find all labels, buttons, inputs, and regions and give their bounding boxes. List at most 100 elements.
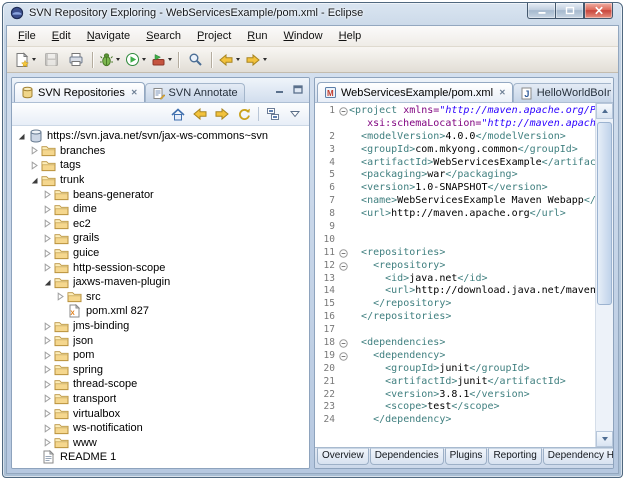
- save-button[interactable]: [39, 49, 63, 70]
- home-button[interactable]: [168, 105, 188, 123]
- tree-item-jaxws-maven-plugin[interactable]: jaxws-maven-plugin: [12, 275, 309, 290]
- editor-tab-helloworldboimpl-java[interactable]: J HelloWorldBoImpl.java: [512, 83, 611, 102]
- tree-item-thread-scope[interactable]: thread-scope: [12, 377, 309, 392]
- menu-navigate[interactable]: Navigate: [79, 28, 138, 45]
- editor-tab-webservicesexample-pom-xml[interactable]: M WebServicesExample/pom.xml ✕: [317, 82, 513, 102]
- expand-arrow-icon[interactable]: [42, 248, 53, 258]
- tree-item-tags[interactable]: tags: [12, 158, 309, 173]
- expand-arrow-icon[interactable]: [42, 350, 53, 360]
- menu-file[interactable]: File: [10, 28, 44, 45]
- refresh-button[interactable]: [234, 105, 254, 123]
- collapse-arrow-icon[interactable]: [16, 132, 27, 141]
- tree-item-readme-1[interactable]: README 1: [12, 450, 309, 465]
- expand-arrow-icon[interactable]: [42, 190, 53, 199]
- expand-arrow-icon[interactable]: [42, 423, 53, 433]
- collapse-arrow-icon[interactable]: [42, 278, 53, 287]
- tree-item-transport[interactable]: transport: [12, 392, 309, 407]
- expand-arrow-icon[interactable]: [42, 409, 53, 418]
- tree-item-spring[interactable]: spring: [12, 363, 309, 378]
- tree-item-beans-generator[interactable]: beans-generator: [12, 187, 309, 202]
- expand-arrow-icon[interactable]: [42, 219, 53, 229]
- expand-arrow-icon[interactable]: [42, 234, 53, 243]
- dropdown-arrow-icon[interactable]: [116, 58, 120, 61]
- fold-marker-icon[interactable]: [337, 260, 349, 273]
- search-button[interactable]: [183, 49, 207, 70]
- view-tab-svn-annotate[interactable]: SVN Annotate: [144, 83, 245, 102]
- expand-arrow-icon[interactable]: [29, 146, 40, 156]
- view-menu-button[interactable]: [285, 105, 305, 123]
- menu-run[interactable]: Run: [239, 28, 275, 45]
- source-lines[interactable]: 1 <project xmlns="http://maven.apache.org…: [315, 103, 595, 447]
- svn-tree[interactable]: https://svn.java.net/svn/jax-ws-commons~…: [12, 126, 309, 468]
- menu-search[interactable]: Search: [138, 28, 189, 45]
- tree-item-pom[interactable]: pom: [12, 348, 309, 363]
- expand-arrow-icon[interactable]: [42, 380, 53, 389]
- scrollbar-track[interactable]: [596, 119, 613, 431]
- tree-item-dime[interactable]: dime: [12, 202, 309, 217]
- tree-item-jms-binding[interactable]: jms-binding: [12, 319, 309, 334]
- tree-item-grails[interactable]: grails: [12, 231, 309, 246]
- tree-item-www[interactable]: www: [12, 435, 309, 450]
- fold-marker-icon[interactable]: [337, 337, 349, 350]
- tree-item-branches[interactable]: branches: [12, 144, 309, 159]
- expand-arrow-icon[interactable]: [55, 292, 66, 302]
- view-tab-svn-repositories[interactable]: SVN Repositories ✕: [14, 82, 145, 102]
- tree-item-trunk[interactable]: trunk: [12, 173, 309, 188]
- print-button[interactable]: [64, 49, 88, 70]
- tree-item-http-session-scope[interactable]: http-session-scope: [12, 260, 309, 275]
- menu-help[interactable]: Help: [331, 28, 370, 45]
- tree-item-https-svn-java-net-svn-jax-ws-commons-svn[interactable]: https://svn.java.net/svn/jax-ws-commons~…: [12, 129, 309, 144]
- pom-editor-tab-plugins[interactable]: Plugins: [444, 448, 488, 465]
- expand-arrow-icon[interactable]: [42, 336, 53, 345]
- expand-arrow-icon[interactable]: [42, 321, 53, 331]
- fold-marker-icon[interactable]: [337, 105, 349, 118]
- tree-item-virtualbox[interactable]: virtualbox: [12, 406, 309, 421]
- minimize-view-button[interactable]: [273, 83, 287, 96]
- pom-editor-tab-reporting[interactable]: Reporting: [488, 448, 542, 465]
- close-icon[interactable]: ✕: [499, 88, 506, 97]
- back-button[interactable]: [216, 49, 242, 70]
- dropdown-arrow-icon[interactable]: [142, 58, 146, 61]
- fold-marker-icon[interactable]: [337, 247, 349, 260]
- menu-window[interactable]: Window: [275, 28, 330, 45]
- external-tools-button[interactable]: [149, 49, 174, 70]
- menu-edit[interactable]: Edit: [44, 28, 79, 45]
- title-bar[interactable]: SVN Repository Exploring - WebServicesEx…: [3, 3, 622, 22]
- fold-marker-icon[interactable]: [337, 350, 349, 363]
- close-icon[interactable]: ✕: [131, 88, 138, 97]
- pom-editor-tab-dependencies[interactable]: Dependencies: [369, 448, 444, 465]
- menu-project[interactable]: Project: [189, 28, 239, 45]
- collapse-arrow-icon[interactable]: [29, 176, 40, 185]
- expand-arrow-icon[interactable]: [42, 394, 53, 404]
- dropdown-arrow-icon[interactable]: [236, 58, 240, 61]
- close-button[interactable]: [584, 3, 613, 19]
- tree-item-pom-xml-827[interactable]: Xpom.xml 827: [12, 304, 309, 319]
- tree-item-ec2[interactable]: ec2: [12, 217, 309, 232]
- dropdown-arrow-icon[interactable]: [168, 58, 172, 61]
- expand-arrow-icon[interactable]: [42, 365, 53, 375]
- expand-arrow-icon[interactable]: [42, 205, 53, 214]
- new-wizard-button[interactable]: [12, 49, 38, 70]
- tree-item-src[interactable]: src: [12, 290, 309, 305]
- tree-item-json[interactable]: json: [12, 333, 309, 348]
- forward-button[interactable]: [212, 105, 232, 123]
- scroll-up-button[interactable]: [596, 103, 613, 119]
- pom-editor-tab-dependency-hierarchy[interactable]: Dependency Hierarchy: [542, 448, 613, 465]
- pom-editor-tab-overview[interactable]: Overview: [317, 448, 369, 465]
- maximize-view-button[interactable]: [291, 83, 305, 96]
- debug-button[interactable]: [97, 49, 122, 70]
- scrollbar-thumb[interactable]: [597, 122, 612, 305]
- expand-arrow-icon[interactable]: [42, 438, 53, 448]
- tree-item-ws-notification[interactable]: ws-notification: [12, 421, 309, 436]
- maximize-button[interactable]: [555, 3, 584, 19]
- forward-button[interactable]: [243, 49, 269, 70]
- tree-item-guice[interactable]: guice: [12, 246, 309, 261]
- dropdown-arrow-icon[interactable]: [263, 58, 267, 61]
- expand-arrow-icon[interactable]: [42, 263, 53, 272]
- scroll-down-button[interactable]: [596, 431, 613, 447]
- expand-arrow-icon[interactable]: [29, 161, 40, 170]
- run-button[interactable]: [123, 49, 148, 70]
- back-button[interactable]: [190, 105, 210, 123]
- minimize-button[interactable]: [527, 3, 555, 19]
- dropdown-arrow-icon[interactable]: [32, 58, 36, 61]
